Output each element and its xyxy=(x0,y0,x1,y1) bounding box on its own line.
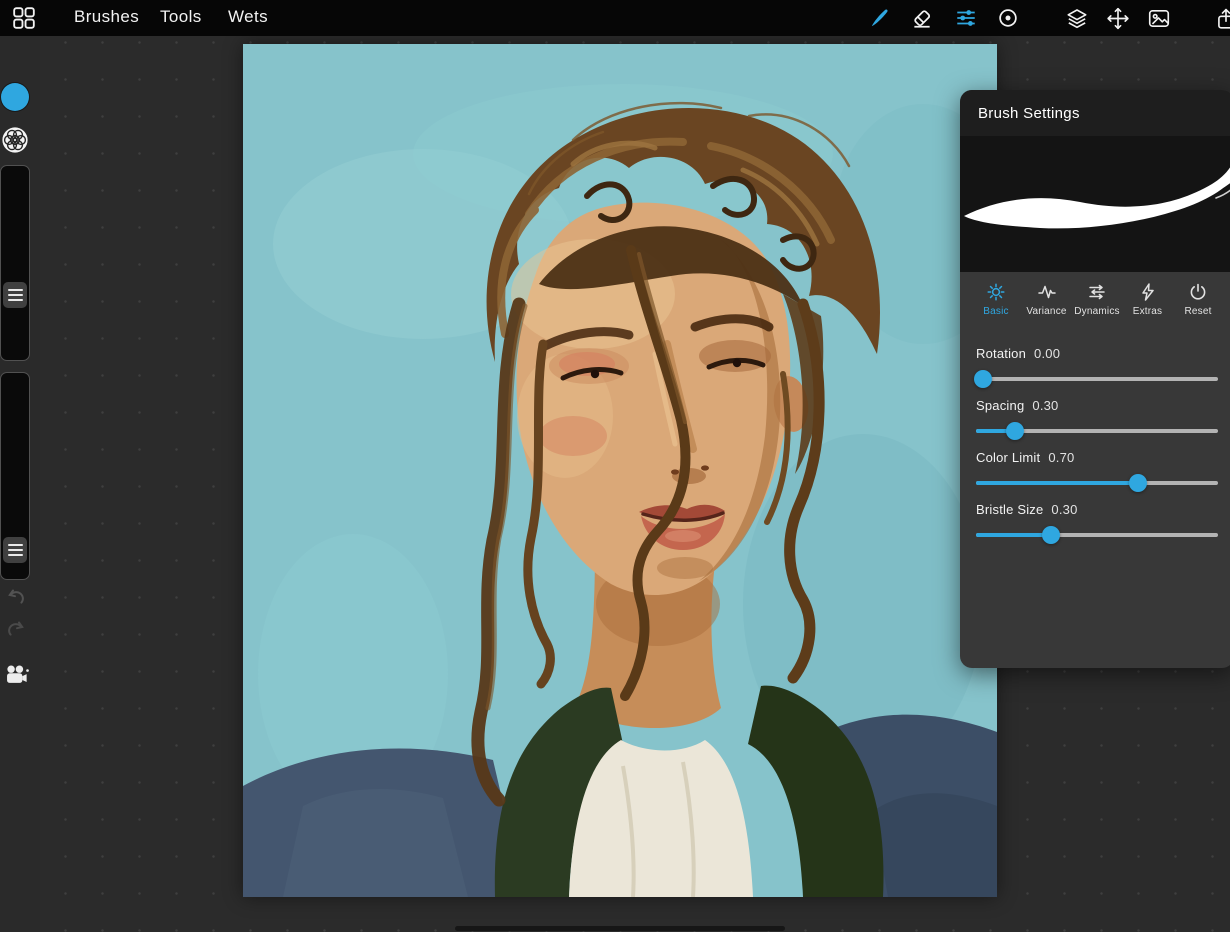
layers-button[interactable] xyxy=(1065,6,1089,30)
spacing-slider-row: Spacing 0.30 xyxy=(976,398,1218,433)
undo-icon xyxy=(5,587,27,609)
app-window: Brushes Tools Wets xyxy=(0,0,1230,932)
paint-brush-button[interactable] xyxy=(868,6,892,30)
undo-button[interactable] xyxy=(4,586,28,610)
photo-import-button[interactable] xyxy=(1147,6,1171,30)
tab-reset[interactable]: Reset xyxy=(1174,282,1222,317)
active-color-swatch[interactable] xyxy=(1,83,29,111)
canvas[interactable] xyxy=(243,44,997,897)
tab-label: Reset xyxy=(1184,306,1211,317)
share-export-button[interactable] xyxy=(1214,6,1230,30)
apps-grid-icon xyxy=(12,6,36,30)
tab-label: Variance xyxy=(1026,306,1066,317)
brush-stroke-sample xyxy=(960,136,1230,272)
share-export-icon xyxy=(1214,6,1230,31)
slider-knob[interactable] xyxy=(1129,474,1147,492)
slider-label: Color Limit xyxy=(976,450,1040,465)
menu-tools[interactable]: Tools xyxy=(160,7,202,27)
brush-size-slider[interactable] xyxy=(0,165,30,361)
color-limit-slider[interactable] xyxy=(976,481,1218,485)
variance-wave-icon xyxy=(1037,282,1057,302)
paint-brush-icon xyxy=(868,6,892,30)
dynamics-arrows-icon xyxy=(1087,282,1107,302)
eraser-icon xyxy=(910,6,934,30)
redo-icon xyxy=(5,619,27,641)
slider-label: Spacing xyxy=(976,398,1024,413)
brush-opacity-slider[interactable] xyxy=(0,372,30,580)
vslider-handle[interactable] xyxy=(3,282,27,308)
portrait-painting xyxy=(243,44,997,897)
color-wheel-button[interactable] xyxy=(1,126,29,154)
tab-basic[interactable]: Basic xyxy=(972,282,1020,317)
record-target-button[interactable] xyxy=(996,6,1020,30)
lightning-icon xyxy=(1138,282,1158,302)
slider-knob[interactable] xyxy=(1006,422,1024,440)
tab-label: Basic xyxy=(983,306,1008,317)
slider-knob[interactable] xyxy=(1042,526,1060,544)
home-indicator[interactable] xyxy=(455,926,785,931)
record-target-icon xyxy=(996,6,1020,30)
panel-title: Brush Settings xyxy=(978,105,1080,122)
menubar: Brushes Tools Wets xyxy=(0,0,1230,36)
move-transform-button[interactable] xyxy=(1106,6,1130,30)
timelapse-camera-button[interactable] xyxy=(3,662,30,689)
video-camera-icon xyxy=(3,662,30,689)
slider-fill xyxy=(976,481,1138,485)
color-wheel-icon xyxy=(1,126,29,154)
settings-sliders-icon xyxy=(954,6,978,30)
tab-dynamics[interactable]: Dynamics xyxy=(1073,282,1121,317)
brush-settings-button[interactable] xyxy=(954,6,978,30)
move-transform-icon xyxy=(1106,6,1130,31)
redo-button[interactable] xyxy=(4,618,28,642)
spacing-slider[interactable] xyxy=(976,429,1218,433)
menu-wets[interactable]: Wets xyxy=(228,7,268,27)
slider-list: Rotation 0.00 Spacing 0.30 xyxy=(960,323,1230,537)
bristle-size-slider-row: Bristle Size 0.30 xyxy=(976,502,1218,537)
slider-value: 0.30 xyxy=(1051,502,1077,517)
slider-value: 0.00 xyxy=(1034,346,1060,361)
slider-label: Bristle Size xyxy=(976,502,1043,517)
brush-settings-panel: Brush Settings Basic Variance xyxy=(960,90,1230,668)
slider-value: 0.30 xyxy=(1032,398,1058,413)
bristle-size-slider[interactable] xyxy=(976,533,1218,537)
brush-stroke-preview xyxy=(960,136,1230,272)
tab-variance[interactable]: Variance xyxy=(1023,282,1071,317)
power-icon xyxy=(1188,282,1208,302)
eraser-button[interactable] xyxy=(910,6,934,30)
color-limit-slider-row: Color Limit 0.70 xyxy=(976,450,1218,485)
apps-grid-button[interactable] xyxy=(12,6,36,30)
photo-import-icon xyxy=(1147,6,1171,31)
slider-label: Rotation xyxy=(976,346,1026,361)
tab-label: Extras xyxy=(1133,306,1163,317)
brush-settings-tabs: Basic Variance Dynamics E xyxy=(960,272,1230,323)
vslider-handle[interactable] xyxy=(3,537,27,563)
panel-header: Brush Settings xyxy=(960,90,1230,136)
rotation-slider[interactable] xyxy=(976,377,1218,381)
gear-icon xyxy=(986,282,1006,302)
slider-value: 0.70 xyxy=(1048,450,1074,465)
menu-brushes[interactable]: Brushes xyxy=(74,7,139,27)
layers-icon xyxy=(1065,6,1089,31)
tab-label: Dynamics xyxy=(1074,306,1120,317)
slider-knob[interactable] xyxy=(974,370,992,388)
tab-extras[interactable]: Extras xyxy=(1124,282,1172,317)
slider-fill xyxy=(976,533,1051,537)
rotation-slider-row: Rotation 0.00 xyxy=(976,346,1218,381)
